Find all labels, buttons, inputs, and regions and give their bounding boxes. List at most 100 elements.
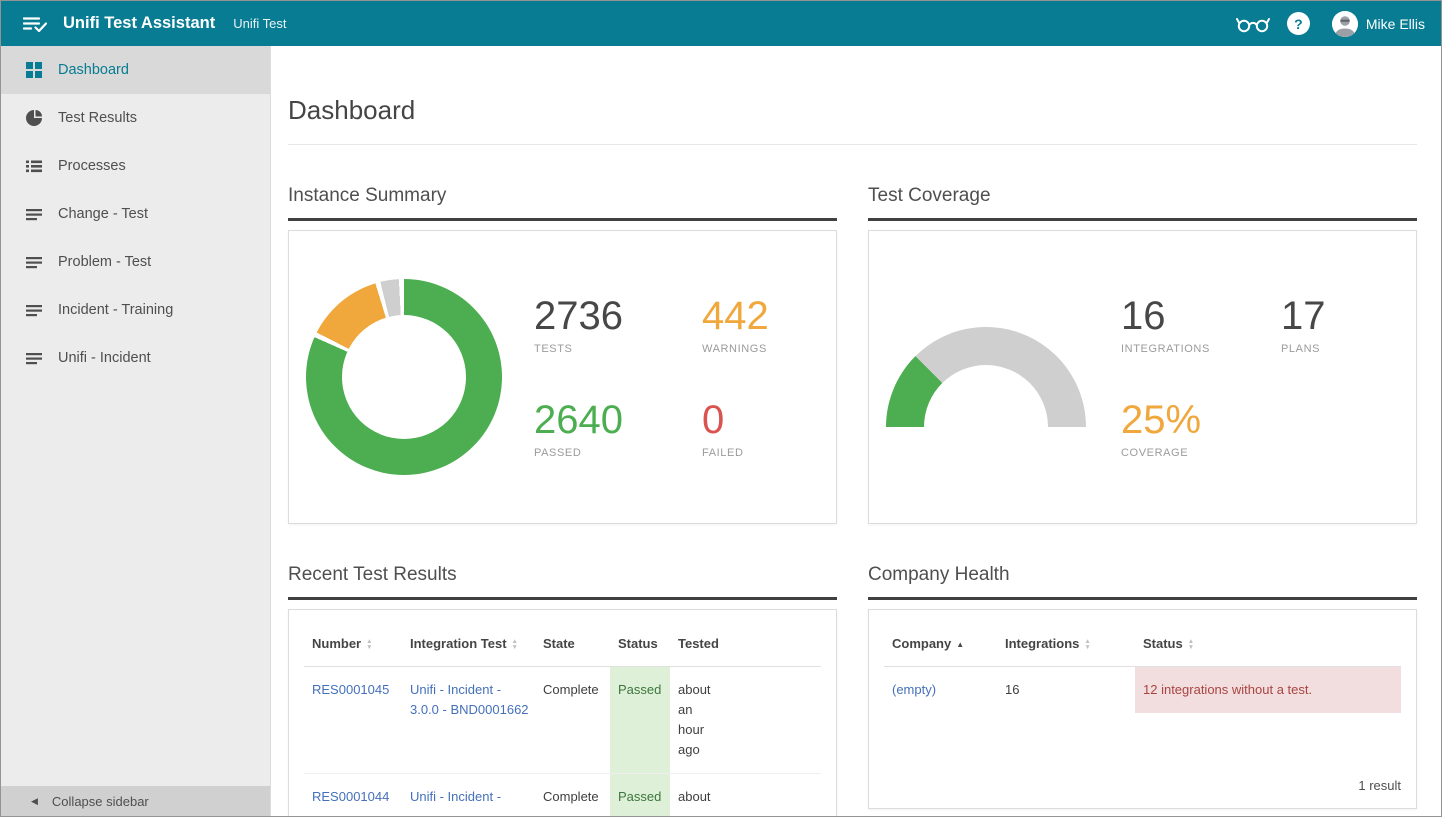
- company-health-card: Company ▲ Integrations ▲▼ Status ▲▼: [868, 609, 1417, 809]
- sidebar-item-processes[interactable]: Processes: [1, 142, 270, 190]
- app-window: Unifi Test Assistant Unifi Test ?: [0, 0, 1442, 817]
- section-divider: [288, 218, 837, 221]
- column-header-tested[interactable]: Tested: [670, 620, 728, 667]
- tested-cell: about: [670, 774, 728, 817]
- test-coverage-card: 16 INTEGRATIONS 17 PLANS 25% COVERAGE: [868, 230, 1417, 524]
- passed-count: 2640: [534, 399, 702, 441]
- title-divider: [288, 144, 1417, 145]
- section-divider: [868, 597, 1417, 600]
- sidebar-item-label: Incident - Training: [58, 302, 173, 318]
- table-row: RES0001044 Unifi - Incident - Complete P…: [304, 774, 821, 817]
- column-header-filler: [728, 620, 821, 667]
- dashboard-grid-icon: [25, 61, 43, 79]
- column-label: Tested: [678, 636, 719, 651]
- column-label: Company: [892, 636, 951, 651]
- glasses-icon[interactable]: [1233, 9, 1273, 39]
- sidebar-item-change-test[interactable]: Change - Test: [1, 190, 270, 238]
- user-menu[interactable]: Mike Ellis: [1332, 11, 1425, 37]
- sort-both-icon: ▲▼: [1188, 639, 1194, 650]
- sidebar-item-test-results[interactable]: Test Results: [1, 94, 270, 142]
- state-cell: Complete: [535, 774, 610, 817]
- list-icon: [25, 157, 43, 175]
- status-badge: Passed: [610, 667, 670, 774]
- text-lines-icon: [25, 349, 43, 367]
- sidebar-item-incident-training[interactable]: Incident - Training: [1, 286, 270, 334]
- sort-both-icon: ▲▼: [512, 639, 518, 650]
- sidebar-item-label: Test Results: [58, 110, 137, 126]
- integration-test-link[interactable]: Unifi - Incident - 3.0.0 - BND0001662: [410, 682, 529, 717]
- stat-warnings: 442 WARNINGS: [702, 295, 769, 355]
- sort-both-icon: ▲▼: [1084, 639, 1090, 650]
- health-status-badge: 12 integrations without a test.: [1135, 667, 1401, 714]
- sort-ascending-icon: ▲: [956, 640, 964, 649]
- instance-summary-section: Instance Summary 2736 TESTS 442 WARNINGS: [288, 185, 837, 524]
- result-number-link[interactable]: RES0001044: [312, 789, 389, 804]
- table-row: (empty) 16 12 integrations without a tes…: [884, 667, 1401, 714]
- page-title: Dashboard: [288, 94, 1417, 126]
- help-icon[interactable]: ?: [1287, 12, 1310, 35]
- menu-check-icon[interactable]: [21, 10, 49, 38]
- test-coverage-section: Test Coverage 16 INTEGRATIONS 1: [868, 185, 1417, 524]
- coverage-percent: 25%: [1121, 399, 1281, 441]
- coverage-label: COVERAGE: [1121, 447, 1281, 459]
- company-health-section: Company Health Company ▲: [868, 564, 1417, 816]
- company-link[interactable]: (empty): [892, 682, 936, 697]
- column-header-company[interactable]: Company ▲: [884, 620, 997, 667]
- result-count: 1 result: [884, 752, 1401, 793]
- sidebar-item-label: Processes: [58, 158, 126, 174]
- column-label: State: [543, 636, 575, 651]
- text-lines-icon: [25, 253, 43, 271]
- column-header-number[interactable]: Number ▲▼: [304, 620, 402, 667]
- text-lines-icon: [25, 205, 43, 223]
- sidebar-item-problem-test[interactable]: Problem - Test: [1, 238, 270, 286]
- help-glyph: ?: [1294, 16, 1303, 32]
- sidebar-item-unifi-incident[interactable]: Unifi - Incident: [1, 334, 270, 382]
- stat-coverage: 25% COVERAGE: [1121, 399, 1281, 459]
- stat-tests: 2736 TESTS: [534, 295, 702, 355]
- user-name: Mike Ellis: [1366, 16, 1425, 32]
- column-header-state[interactable]: State: [535, 620, 610, 667]
- pie-chart-icon: [25, 109, 43, 127]
- stat-plans: 17 PLANS: [1281, 295, 1326, 355]
- sidebar-item-label: Problem - Test: [58, 254, 151, 270]
- instance-name: Unifi Test: [233, 16, 286, 31]
- sort-both-icon: ▲▼: [366, 639, 372, 650]
- column-label: Number: [312, 636, 361, 651]
- passed-label: PASSED: [534, 447, 702, 459]
- column-header-status[interactable]: Status: [610, 620, 670, 667]
- column-label: Integrations: [1005, 636, 1079, 651]
- sidebar-item-label: Change - Test: [58, 206, 148, 222]
- column-header-integrations[interactable]: Integrations ▲▼: [997, 620, 1135, 667]
- recent-test-results-section: Recent Test Results Number▲▼: [288, 564, 837, 816]
- warnings-label: WARNINGS: [702, 343, 769, 355]
- collapse-sidebar-button[interactable]: ◀ Collapse sidebar: [1, 786, 270, 816]
- integration-test-link[interactable]: Unifi - Incident -: [410, 789, 501, 804]
- table-row: RES0001045 Unifi - Incident - 3.0.0 - BN…: [304, 667, 821, 774]
- stat-failed: 0 FAILED: [702, 399, 769, 459]
- stat-passed: 2640 PASSED: [534, 399, 702, 459]
- avatar: [1332, 11, 1358, 37]
- integrations-label: INTEGRATIONS: [1121, 343, 1281, 355]
- tests-donut-chart: [306, 279, 502, 475]
- app-title: Unifi Test Assistant: [63, 14, 215, 33]
- sidebar-item-dashboard[interactable]: Dashboard: [1, 46, 270, 94]
- column-header-status[interactable]: Status ▲▼: [1135, 620, 1401, 667]
- integrations-cell: 16: [997, 667, 1135, 714]
- section-title: Company Health: [868, 564, 1417, 586]
- column-label: Status: [618, 636, 658, 651]
- column-label: Status: [1143, 636, 1183, 651]
- column-header-integration-test[interactable]: Integration Test▲▼: [402, 620, 535, 667]
- failed-count: 0: [702, 399, 769, 441]
- recent-tests-table: Number ▲▼ Integration Test▲▼ State: [304, 620, 821, 816]
- section-title: Test Coverage: [868, 185, 1417, 207]
- tests-label: TESTS: [534, 343, 702, 355]
- tests-count: 2736: [534, 295, 702, 337]
- section-divider: [868, 218, 1417, 221]
- company-health-table: Company ▲ Integrations ▲▼ Status ▲▼: [884, 620, 1401, 713]
- plans-count: 17: [1281, 295, 1326, 337]
- result-number-link[interactable]: RES0001045: [312, 682, 389, 697]
- coverage-gauge-chart: [886, 327, 1086, 427]
- plans-label: PLANS: [1281, 343, 1326, 355]
- test-coverage-stats: 16 INTEGRATIONS 17 PLANS 25% COVERAGE: [1121, 295, 1326, 459]
- collapse-arrow-icon: ◀: [31, 796, 38, 807]
